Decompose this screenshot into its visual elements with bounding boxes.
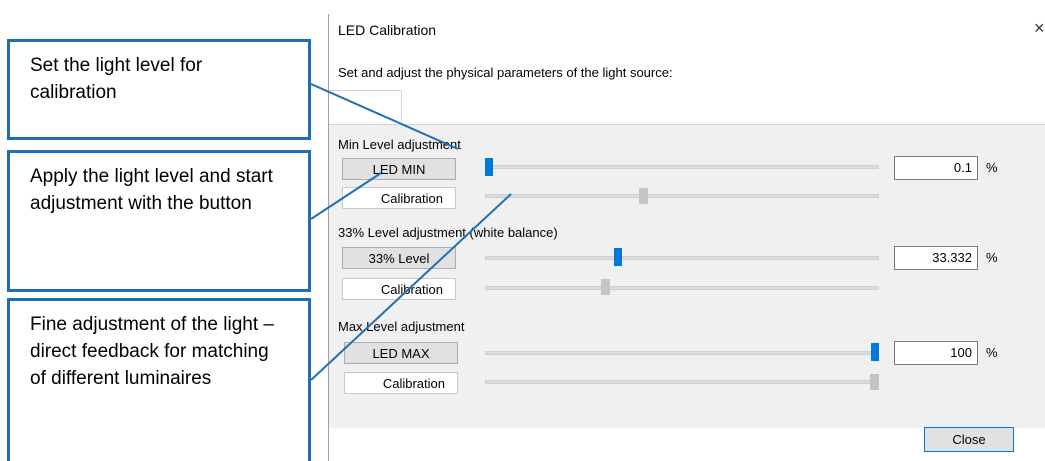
mid-level-unit: %: [986, 250, 998, 265]
max-calibration-slider[interactable]: [485, 380, 879, 384]
min-calibration-slider-thumb[interactable]: [639, 188, 648, 204]
mid-level-slider-thumb[interactable]: [613, 248, 622, 266]
callout-fine-adjustment: Fine adjustment of the light – direct fe…: [7, 298, 311, 461]
max-level-slider-thumb[interactable]: [871, 343, 879, 361]
mid-calibration-button[interactable]: Calibration: [342, 278, 456, 300]
max-calibration-slider-thumb[interactable]: [870, 374, 879, 390]
close-button[interactable]: Close: [924, 427, 1014, 452]
min-level-value-input[interactable]: 0.1: [894, 156, 978, 180]
min-calibration-button[interactable]: Calibration: [342, 187, 456, 209]
mid-calibration-slider-thumb[interactable]: [600, 279, 610, 295]
max-calibration-button[interactable]: Calibration: [344, 372, 458, 394]
mid-level-value-input[interactable]: 33.332: [894, 246, 978, 270]
min-level-unit: %: [986, 160, 998, 175]
min-level-slider[interactable]: [485, 165, 879, 169]
max-level-slider[interactable]: [485, 351, 879, 355]
level-33-button[interactable]: 33% Level: [342, 247, 456, 269]
mid-level-slider[interactable]: [485, 256, 879, 260]
callout-set-light-level: Set the light level for calibration: [7, 39, 311, 140]
led-max-button[interactable]: LED MAX: [344, 342, 458, 364]
callout-apply-light-level: Apply the light level and start adjustme…: [7, 150, 311, 292]
max-level-unit: %: [986, 345, 998, 360]
dialog-title: LED Calibration: [338, 22, 437, 38]
led-min-button[interactable]: LED MIN: [342, 158, 456, 180]
dialog-subtitle: Set and adjust the physical parameters o…: [338, 65, 673, 80]
min-level-slider-thumb[interactable]: [485, 158, 494, 176]
tab-stub: [329, 90, 402, 126]
max-level-label: Max Level adjustment: [338, 319, 465, 334]
mid-calibration-slider[interactable]: [485, 286, 879, 290]
min-level-label: Min Level adjustment: [338, 137, 461, 152]
mid-level-label: 33% Level adjustment (white balance): [338, 225, 558, 240]
title-bar: LED Calibration ×: [329, 14, 1045, 46]
adjustment-panel: Min Level adjustment LED MIN Calibration…: [329, 124, 1045, 428]
min-calibration-slider[interactable]: [485, 194, 879, 198]
led-calibration-dialog: LED Calibration × Set and adjust the phy…: [328, 14, 1045, 461]
close-icon[interactable]: ×: [1034, 18, 1045, 38]
max-level-value-input[interactable]: 100: [894, 341, 978, 365]
